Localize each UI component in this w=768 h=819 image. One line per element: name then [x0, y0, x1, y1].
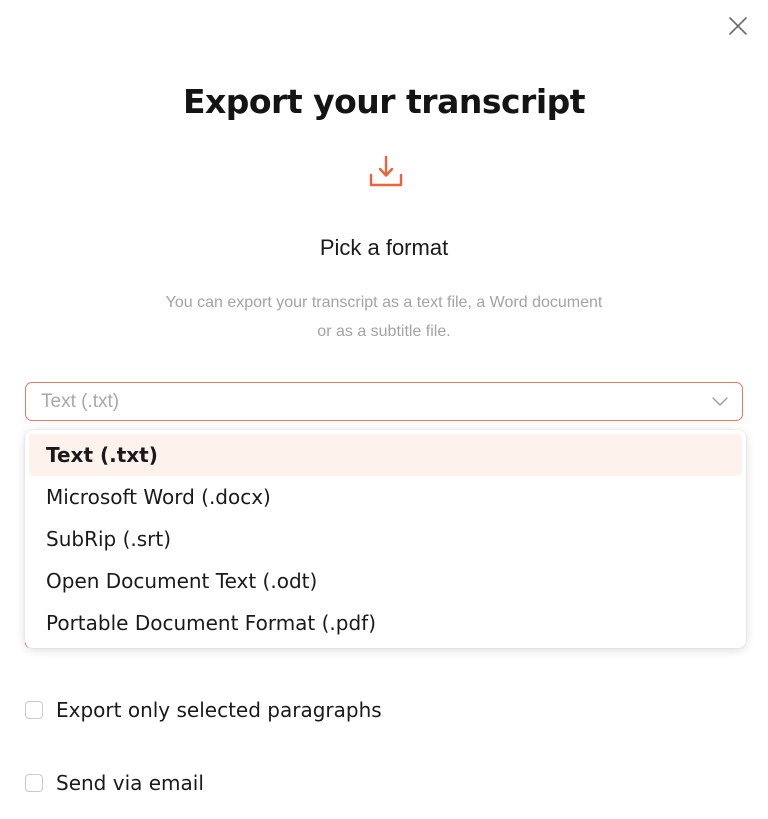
- dialog-subtitle: Pick a format: [319, 235, 449, 260]
- format-select-value: Text (.txt): [41, 390, 120, 412]
- close-button[interactable]: [726, 14, 750, 38]
- send-via-email-checkbox[interactable]: [25, 774, 43, 792]
- send-via-email-label[interactable]: Send via email: [56, 771, 204, 795]
- dialog-title: Export your transcript: [182, 82, 586, 121]
- export-selected-paragraphs-row[interactable]: Export only selected paragraphs: [25, 698, 382, 722]
- format-option-pdf[interactable]: Portable Document Format (.pdf): [29, 602, 742, 644]
- format-dropdown-menu: Text (.txt) Microsoft Word (.docx) SubRi…: [25, 430, 746, 648]
- send-via-email-row[interactable]: Send via email: [25, 771, 204, 795]
- export-selected-paragraphs-label[interactable]: Export only selected paragraphs: [56, 698, 382, 722]
- close-icon[interactable]: [729, 17, 747, 35]
- format-option-odt[interactable]: Open Document Text (.odt): [29, 560, 742, 602]
- download-icon: [369, 155, 403, 187]
- dialog-description: You can export your transcript as a text…: [0, 288, 768, 346]
- chevron-down-icon: [712, 397, 728, 406]
- format-option-txt[interactable]: Text (.txt): [29, 434, 742, 476]
- description-line-1: You can export your transcript as a text…: [165, 294, 603, 311]
- format-option-srt[interactable]: SubRip (.srt): [29, 518, 742, 560]
- export-selected-paragraphs-checkbox[interactable]: [25, 701, 43, 719]
- description-line-2: or as a subtitle file.: [317, 323, 451, 340]
- format-select[interactable]: Text (.txt): [25, 382, 743, 421]
- format-option-docx[interactable]: Microsoft Word (.docx): [29, 476, 742, 518]
- export-dialog: Export your transcript Pick a format You…: [0, 0, 768, 819]
